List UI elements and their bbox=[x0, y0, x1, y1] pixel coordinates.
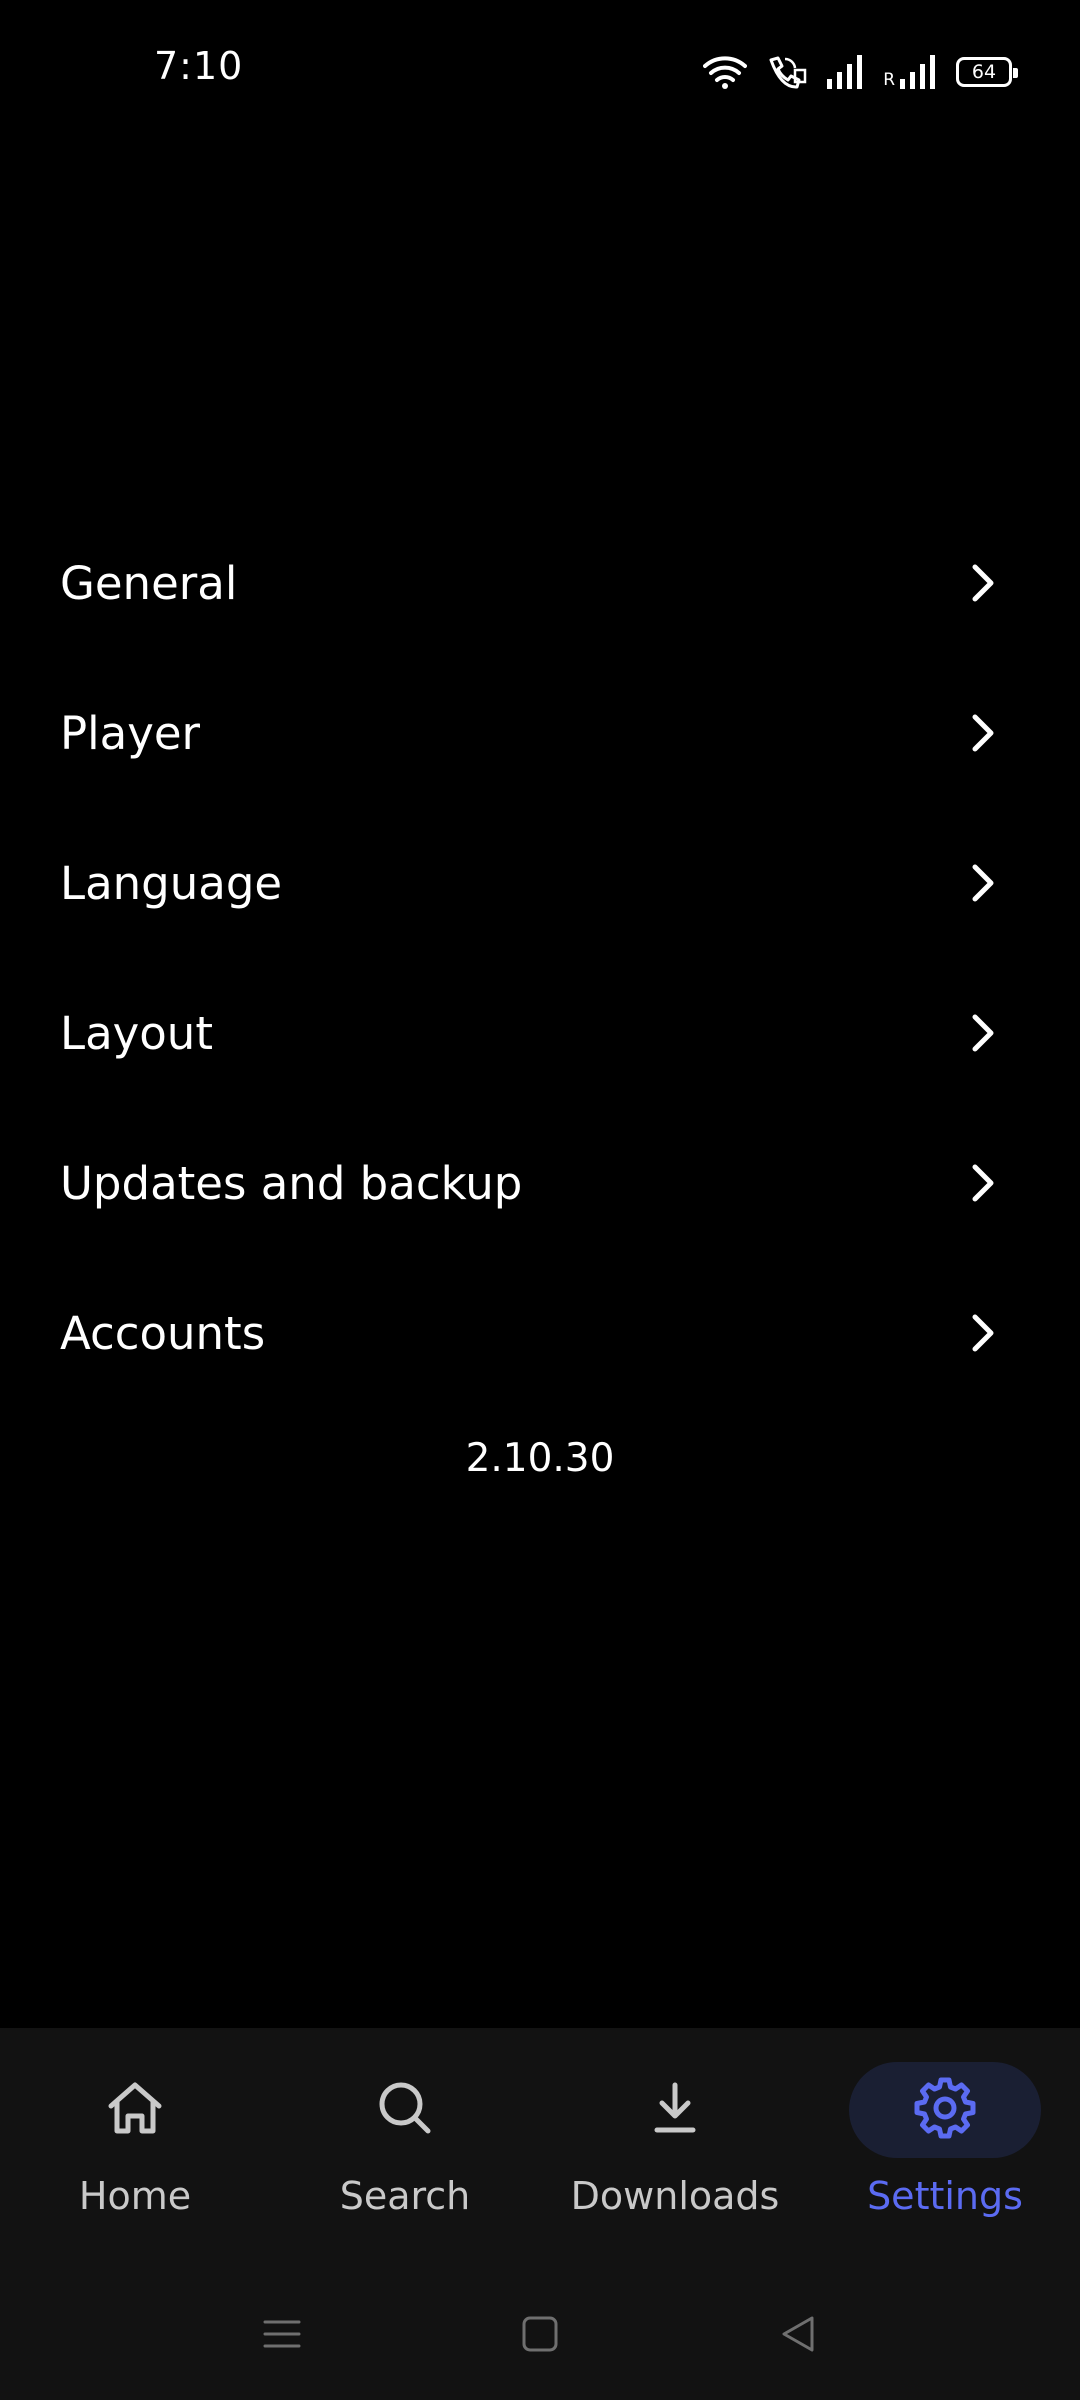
back-triangle-icon[interactable] bbox=[776, 2312, 820, 2356]
settings-item-label: Accounts bbox=[60, 1306, 266, 1360]
chevron-right-icon bbox=[966, 1311, 1000, 1355]
system-nav-bar bbox=[0, 2268, 1080, 2400]
settings-item-label: Layout bbox=[60, 1006, 213, 1060]
nav-item-home[interactable]: Home bbox=[0, 2028, 270, 2268]
nav-icon-container bbox=[849, 2062, 1041, 2158]
nav-item-settings[interactable]: Settings bbox=[810, 2028, 1080, 2268]
chevron-right-icon bbox=[966, 861, 1000, 905]
nav-icon-container bbox=[579, 2062, 771, 2158]
home-icon bbox=[105, 2080, 165, 2140]
nav-icon-container bbox=[309, 2062, 501, 2158]
nav-icon-container bbox=[39, 2062, 231, 2158]
settings-item-label: Language bbox=[60, 856, 283, 910]
app-version: 2.10.30 bbox=[465, 1436, 615, 1481]
status-icons: R 64 bbox=[703, 52, 1018, 92]
search-icon bbox=[377, 2080, 433, 2140]
settings-list: General Player Language Layout Updates a… bbox=[0, 508, 1080, 1408]
bottom-nav: Home Search Downloads Settings bbox=[0, 2028, 1080, 2268]
settings-item-player[interactable]: Player bbox=[0, 658, 1080, 808]
wifi-calling-icon bbox=[765, 54, 807, 90]
nav-label: Downloads bbox=[570, 2174, 780, 2218]
status-time: 7:10 bbox=[154, 44, 244, 88]
status-bar: 7:10 R 64 bbox=[0, 0, 1080, 140]
nav-label: Home bbox=[78, 2174, 192, 2218]
settings-item-language[interactable]: Language bbox=[0, 808, 1080, 958]
nav-label: Settings bbox=[867, 2174, 1023, 2218]
settings-item-layout[interactable]: Layout bbox=[0, 958, 1080, 1108]
nav-label: Search bbox=[339, 2174, 471, 2218]
gear-icon bbox=[913, 2076, 977, 2144]
wifi-icon bbox=[703, 54, 748, 90]
settings-item-label: Updates and backup bbox=[60, 1156, 523, 1210]
signal-icon bbox=[825, 55, 865, 89]
settings-screen: 7:10 R 64 General Player Language Layout… bbox=[0, 0, 1080, 2400]
chevron-right-icon bbox=[966, 1011, 1000, 1055]
menu-icon[interactable] bbox=[260, 2312, 304, 2356]
chevron-right-icon bbox=[966, 711, 1000, 755]
nav-item-search[interactable]: Search bbox=[270, 2028, 540, 2268]
home-square-icon[interactable] bbox=[518, 2312, 562, 2356]
chevron-right-icon bbox=[966, 561, 1000, 605]
settings-item-label: General bbox=[60, 556, 238, 610]
settings-item-updates-and-backup[interactable]: Updates and backup bbox=[0, 1108, 1080, 1258]
download-icon bbox=[653, 2082, 697, 2138]
roaming-signal-icon: R bbox=[883, 55, 938, 89]
battery-icon: 64 bbox=[956, 57, 1018, 87]
settings-item-general[interactable]: General bbox=[0, 508, 1080, 658]
roaming-label: R bbox=[883, 70, 895, 90]
chevron-right-icon bbox=[966, 1161, 1000, 1205]
nav-item-downloads[interactable]: Downloads bbox=[540, 2028, 810, 2268]
settings-item-label: Player bbox=[60, 706, 201, 760]
settings-item-accounts[interactable]: Accounts bbox=[0, 1258, 1080, 1408]
